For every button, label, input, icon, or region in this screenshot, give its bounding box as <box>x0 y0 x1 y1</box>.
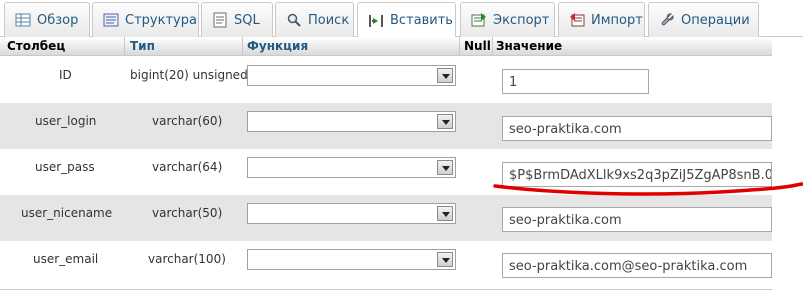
column-type: varchar(50) <box>152 206 223 220</box>
tab-sql-label: SQL <box>234 12 260 28</box>
header-column: Столбец <box>7 39 66 53</box>
tab-insert[interactable]: Вставить <box>357 2 456 38</box>
header-value: Значение <box>496 39 563 53</box>
column-name: user_login <box>35 114 97 128</box>
value-input[interactable]: seo-praktika.com <box>502 207 772 232</box>
tab-export[interactable]: Экспорт <box>460 2 555 37</box>
header-null: Null <box>464 39 491 53</box>
insert-icon <box>368 13 384 29</box>
chevron-down-icon[interactable] <box>437 68 453 83</box>
function-select[interactable] <box>247 157 456 178</box>
table-row: user_login varchar(60) seo-praktika.com <box>0 103 772 149</box>
chevron-down-icon[interactable] <box>437 252 453 267</box>
tab-operations[interactable]: Операции <box>648 2 759 37</box>
tab-structure[interactable]: Структура <box>92 2 199 37</box>
tab-import-label: Импорт <box>591 12 643 28</box>
column-type: varchar(60) <box>152 114 223 128</box>
operations-icon <box>659 12 675 28</box>
tab-export-label: Экспорт <box>493 12 550 28</box>
structure-icon <box>103 12 119 28</box>
export-icon <box>471 12 487 28</box>
function-select[interactable] <box>247 111 456 132</box>
function-select[interactable] <box>247 65 456 86</box>
tab-sql[interactable]: SQL <box>201 2 273 37</box>
sql-icon <box>212 12 228 28</box>
table-row: ID bigint(20) unsigned 1 <box>0 57 772 103</box>
table-header: Столбец Тип Функция Null Значение <box>0 37 772 56</box>
table-row: user_nicename varchar(50) seo-praktika.c… <box>0 195 772 241</box>
chevron-down-icon[interactable] <box>437 160 453 175</box>
table-bottom-border <box>0 289 772 290</box>
function-select[interactable] <box>247 249 456 270</box>
table-row: user_pass varchar(64) $P$BrmDAdXLlk9xs2q… <box>0 149 772 195</box>
tab-import[interactable]: Импорт <box>558 2 645 37</box>
column-type: varchar(100) <box>148 252 226 266</box>
tab-browse-label: Обзор <box>37 12 79 28</box>
browse-icon <box>15 12 31 28</box>
function-select[interactable] <box>247 203 456 224</box>
column-type: varchar(64) <box>152 160 223 174</box>
column-name: user_email <box>33 252 99 266</box>
tab-search[interactable]: Поиск <box>275 2 354 37</box>
tab-insert-label: Вставить <box>390 13 453 28</box>
tab-browse[interactable]: Обзор <box>4 2 90 37</box>
column-name: user_nicename <box>21 206 113 220</box>
tab-bar: Обзор Структура SQL Поиск Вставить Экспо… <box>0 0 803 38</box>
value-input[interactable]: seo-praktika.com@seo-praktika.com <box>502 253 772 278</box>
header-function[interactable]: Функция <box>247 39 308 53</box>
value-input[interactable]: seo-praktika.com <box>502 116 772 141</box>
value-input[interactable]: $P$BrmDAdXLlk9xs2q3pZiJ5ZgAP8snB.0 <box>502 162 772 187</box>
search-icon <box>286 12 302 28</box>
chevron-down-icon[interactable] <box>437 206 453 221</box>
value-input[interactable]: 1 <box>502 69 649 94</box>
table-row: user_email varchar(100) seo-praktika.com… <box>0 241 772 287</box>
tab-search-label: Поиск <box>308 12 350 28</box>
column-name: user_pass <box>35 160 95 174</box>
tab-operations-label: Операции <box>681 12 750 28</box>
import-icon <box>569 12 585 28</box>
column-name: ID <box>59 68 72 82</box>
column-type: bigint(20) unsigned <box>130 68 248 82</box>
chevron-down-icon[interactable] <box>437 114 453 129</box>
tab-structure-label: Структура <box>125 12 197 28</box>
header-type[interactable]: Тип <box>130 39 155 53</box>
